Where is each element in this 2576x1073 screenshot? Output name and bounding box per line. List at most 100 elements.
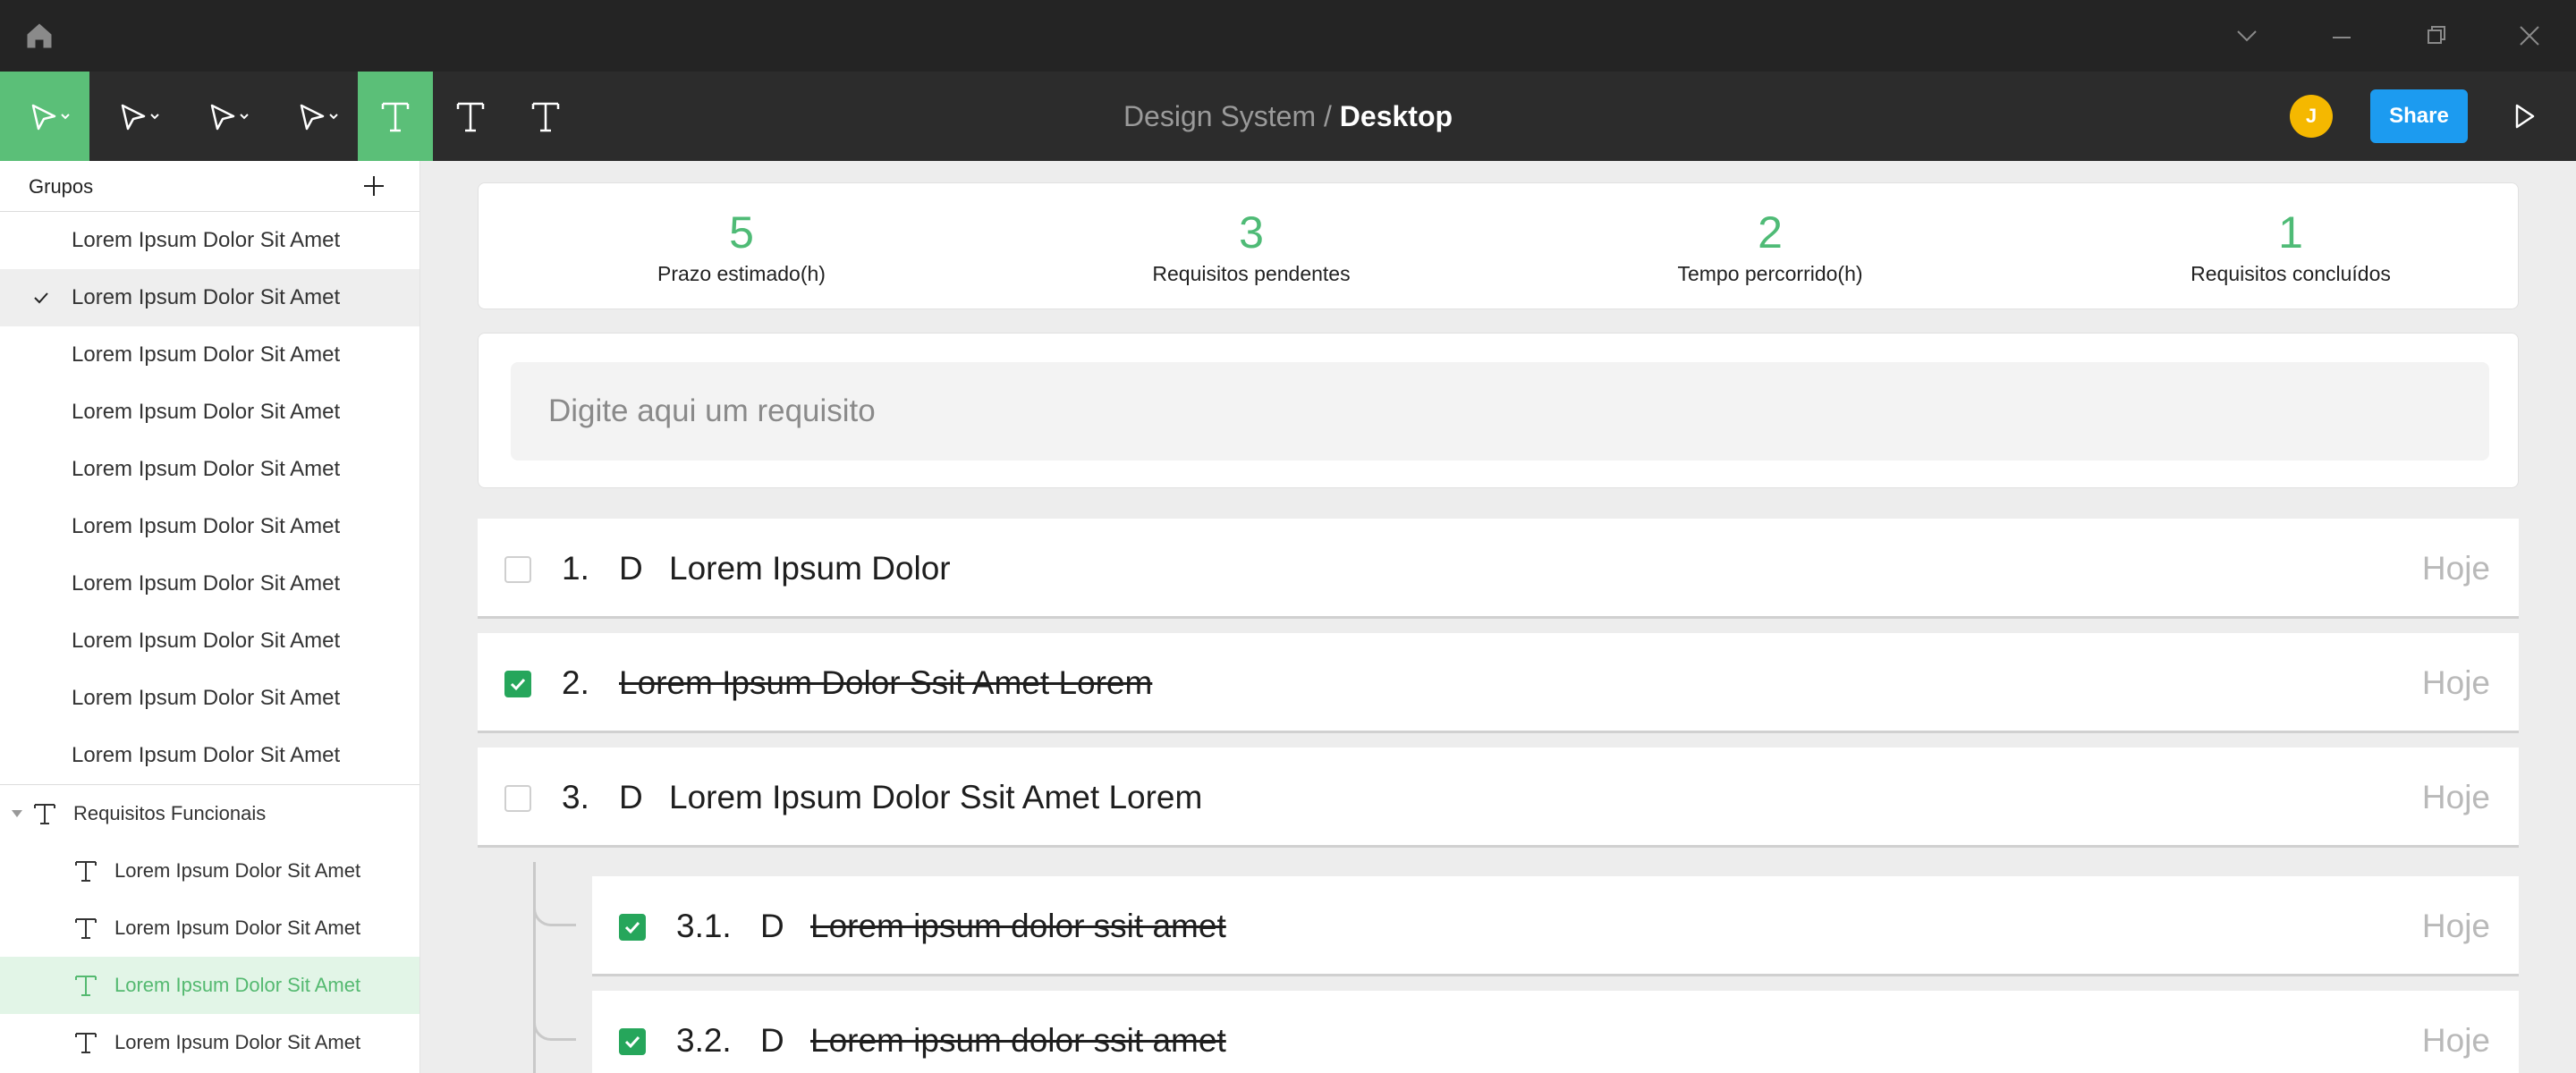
home-icon[interactable] xyxy=(23,20,55,52)
requirement-title[interactable]: Lorem ipsum dolor ssit amet xyxy=(810,876,1226,976)
breadcrumb-parent[interactable]: Design System xyxy=(1123,100,1316,133)
sidebar-item-label: Lorem Ipsum Dolor Sit Amet xyxy=(72,743,341,767)
sidebar-item-label: Lorem Ipsum Dolor Sit Amet xyxy=(72,457,341,481)
sidebar-subitem-label: Lorem Ipsum Dolor Sit Amet xyxy=(114,859,361,882)
text-icon xyxy=(34,804,55,824)
requirement-date: Hoje xyxy=(2421,1022,2490,1059)
sidebar-title: Grupos xyxy=(29,175,94,198)
sidebar-item-label: Lorem Ipsum Dolor Sit Amet xyxy=(72,686,341,710)
stat-label: Requisitos concluídos xyxy=(2190,262,2391,285)
requirement-title[interactable]: Lorem Ipsum Dolor Ssit Amet Lorem xyxy=(619,633,1152,733)
stats-panel: 5 Prazo estimado(h) 3 Requisitos pendent… xyxy=(478,182,2519,309)
breadcrumb: Design System / Desktop xyxy=(0,72,2576,161)
sidebar-item[interactable]: Lorem Ipsum Dolor Sit Amet xyxy=(0,326,419,384)
sidebar-item[interactable]: Lorem Ipsum Dolor Sit Amet xyxy=(0,212,419,269)
stat-requisitos-pendentes: 3 Requisitos pendentes xyxy=(1063,183,1439,310)
text-icon xyxy=(75,976,97,996)
stat-tempo-percorrido: 2 Tempo percorrido(h) xyxy=(1582,183,1958,310)
stat-value: 2 xyxy=(1758,207,1783,258)
sidebar-group-requisitos-funcionais[interactable]: Requisitos Funcionais xyxy=(0,785,419,842)
stat-value: 1 xyxy=(2278,207,2303,258)
sidebar-subitem[interactable]: Lorem Ipsum Dolor Sit Amet xyxy=(0,842,419,900)
requirement-title[interactable]: Lorem ipsum dolor ssit amet xyxy=(810,991,1226,1073)
stat-label: Tempo percorrido(h) xyxy=(1677,262,1863,285)
share-button[interactable]: Share xyxy=(2370,89,2468,143)
text-icon xyxy=(75,861,97,882)
sidebar-item[interactable]: Lorem Ipsum Dolor Sit Amet xyxy=(0,384,419,441)
requirement-row[interactable]: 3. D Lorem Ipsum Dolor Ssit Amet Lorem Hoje xyxy=(478,748,2519,848)
sidebar-subitem-label: Lorem Ipsum Dolor Sit Amet xyxy=(114,1031,361,1053)
sidebar-item[interactable]: Lorem Ipsum Dolor Sit Amet xyxy=(0,613,419,670)
check-icon xyxy=(624,921,640,934)
sidebar-group-label: Requisitos Funcionais xyxy=(73,802,267,824)
caret-down-icon[interactable] xyxy=(11,808,23,819)
sidebar-item-label: Lorem Ipsum Dolor Sit Amet xyxy=(72,342,341,367)
text-icon xyxy=(75,1033,97,1053)
add-icon[interactable] xyxy=(361,173,386,199)
sidebar-subitem[interactable]: Lorem Ipsum Dolor Sit Amet xyxy=(0,957,419,1014)
sidebar-item-label: Lorem Ipsum Dolor Sit Amet xyxy=(72,629,341,653)
text-icon xyxy=(75,918,97,939)
stat-prazo-estimado: 5 Prazo estimado(h) xyxy=(554,183,929,310)
requirement-number: 3.2. xyxy=(676,1022,732,1059)
requirement-tag: D xyxy=(760,1022,784,1059)
requirement-checkbox[interactable] xyxy=(504,785,531,812)
play-icon[interactable] xyxy=(2508,100,2540,132)
sidebar-subitem-label: Lorem Ipsum Dolor Sit Amet xyxy=(114,974,361,996)
close-icon[interactable] xyxy=(2512,18,2547,54)
check-icon xyxy=(34,292,48,304)
breadcrumb-separator: / xyxy=(1316,99,1340,132)
stat-value: 5 xyxy=(729,207,754,258)
requirement-checkbox[interactable] xyxy=(619,914,646,941)
requirement-input[interactable] xyxy=(511,362,2489,460)
sidebar-item[interactable]: Lorem Ipsum Dolor Sit Amet xyxy=(0,441,419,498)
tree-connector xyxy=(533,998,576,1041)
requirement-checkbox[interactable] xyxy=(504,556,531,583)
requirement-row[interactable]: 3.1. D Lorem ipsum dolor ssit amet Hoje xyxy=(592,876,2519,976)
requirement-date: Hoje xyxy=(2421,664,2490,701)
sidebar-item[interactable]: Lorem Ipsum Dolor Sit Amet xyxy=(0,498,419,555)
sidebar-item-label: Lorem Ipsum Dolor Sit Amet xyxy=(72,514,341,538)
requirement-tag: D xyxy=(619,550,643,587)
breadcrumb-current: Desktop xyxy=(1339,99,1453,132)
stat-requisitos-concluidos: 1 Requisitos concluídos xyxy=(2103,183,2479,310)
avatar[interactable]: J xyxy=(2290,95,2333,138)
requirement-checkbox[interactable] xyxy=(619,1028,646,1055)
requirement-number: 2. xyxy=(562,664,589,701)
requirement-checkbox[interactable] xyxy=(504,671,531,697)
stat-label: Prazo estimado(h) xyxy=(657,262,826,285)
requirement-row[interactable]: 2. Lorem Ipsum Dolor Ssit Amet Lorem Hoje xyxy=(478,633,2519,733)
sidebar-subitem-label: Lorem Ipsum Dolor Sit Amet xyxy=(114,917,361,939)
sidebar-item-label: Lorem Ipsum Dolor Sit Amet xyxy=(72,228,341,252)
requirement-tag: D xyxy=(619,779,643,815)
requirement-title[interactable]: Lorem Ipsum Dolor Ssit Amet Lorem xyxy=(669,748,1202,848)
check-icon xyxy=(510,678,526,691)
sidebar-item-label: Lorem Ipsum Dolor Sit Amet xyxy=(72,571,341,596)
requirement-row[interactable]: 3.2. D Lorem ipsum dolor ssit amet Hoje xyxy=(592,991,2519,1073)
requirement-input-card xyxy=(478,333,2519,488)
tree-connector xyxy=(533,883,576,926)
requirement-row[interactable]: 1. D Lorem Ipsum Dolor Hoje xyxy=(478,519,2519,619)
chevron-down-icon[interactable] xyxy=(2229,18,2265,54)
sidebar-item[interactable]: Lorem Ipsum Dolor Sit Amet xyxy=(0,269,419,326)
check-icon xyxy=(624,1035,640,1049)
requirement-number: 1. xyxy=(562,550,589,587)
requirement-date: Hoje xyxy=(2421,908,2490,944)
requirement-number: 3. xyxy=(562,779,589,815)
stat-value: 3 xyxy=(1239,207,1264,258)
requirement-title[interactable]: Lorem Ipsum Dolor xyxy=(669,519,951,619)
sidebar-item[interactable]: Lorem Ipsum Dolor Sit Amet xyxy=(0,670,419,727)
requirement-date: Hoje xyxy=(2421,550,2490,587)
sidebar-item[interactable]: Lorem Ipsum Dolor Sit Amet xyxy=(0,555,419,613)
stat-label: Requisitos pendentes xyxy=(1152,262,1351,285)
requirement-tag: D xyxy=(760,908,784,944)
sidebar-item[interactable]: Lorem Ipsum Dolor Sit Amet xyxy=(0,727,419,784)
requirement-date: Hoje xyxy=(2421,779,2490,815)
sidebar-header: Grupos xyxy=(0,161,419,211)
sidebar-item-label: Lorem Ipsum Dolor Sit Amet xyxy=(72,285,341,309)
restore-icon[interactable] xyxy=(2419,18,2454,54)
sidebar-subitem[interactable]: Lorem Ipsum Dolor Sit Amet xyxy=(0,900,419,957)
sidebar-subitem[interactable]: Lorem Ipsum Dolor Sit Amet xyxy=(0,1014,419,1071)
minimize-icon[interactable] xyxy=(2324,18,2360,54)
sidebar-item-label: Lorem Ipsum Dolor Sit Amet xyxy=(72,400,341,424)
